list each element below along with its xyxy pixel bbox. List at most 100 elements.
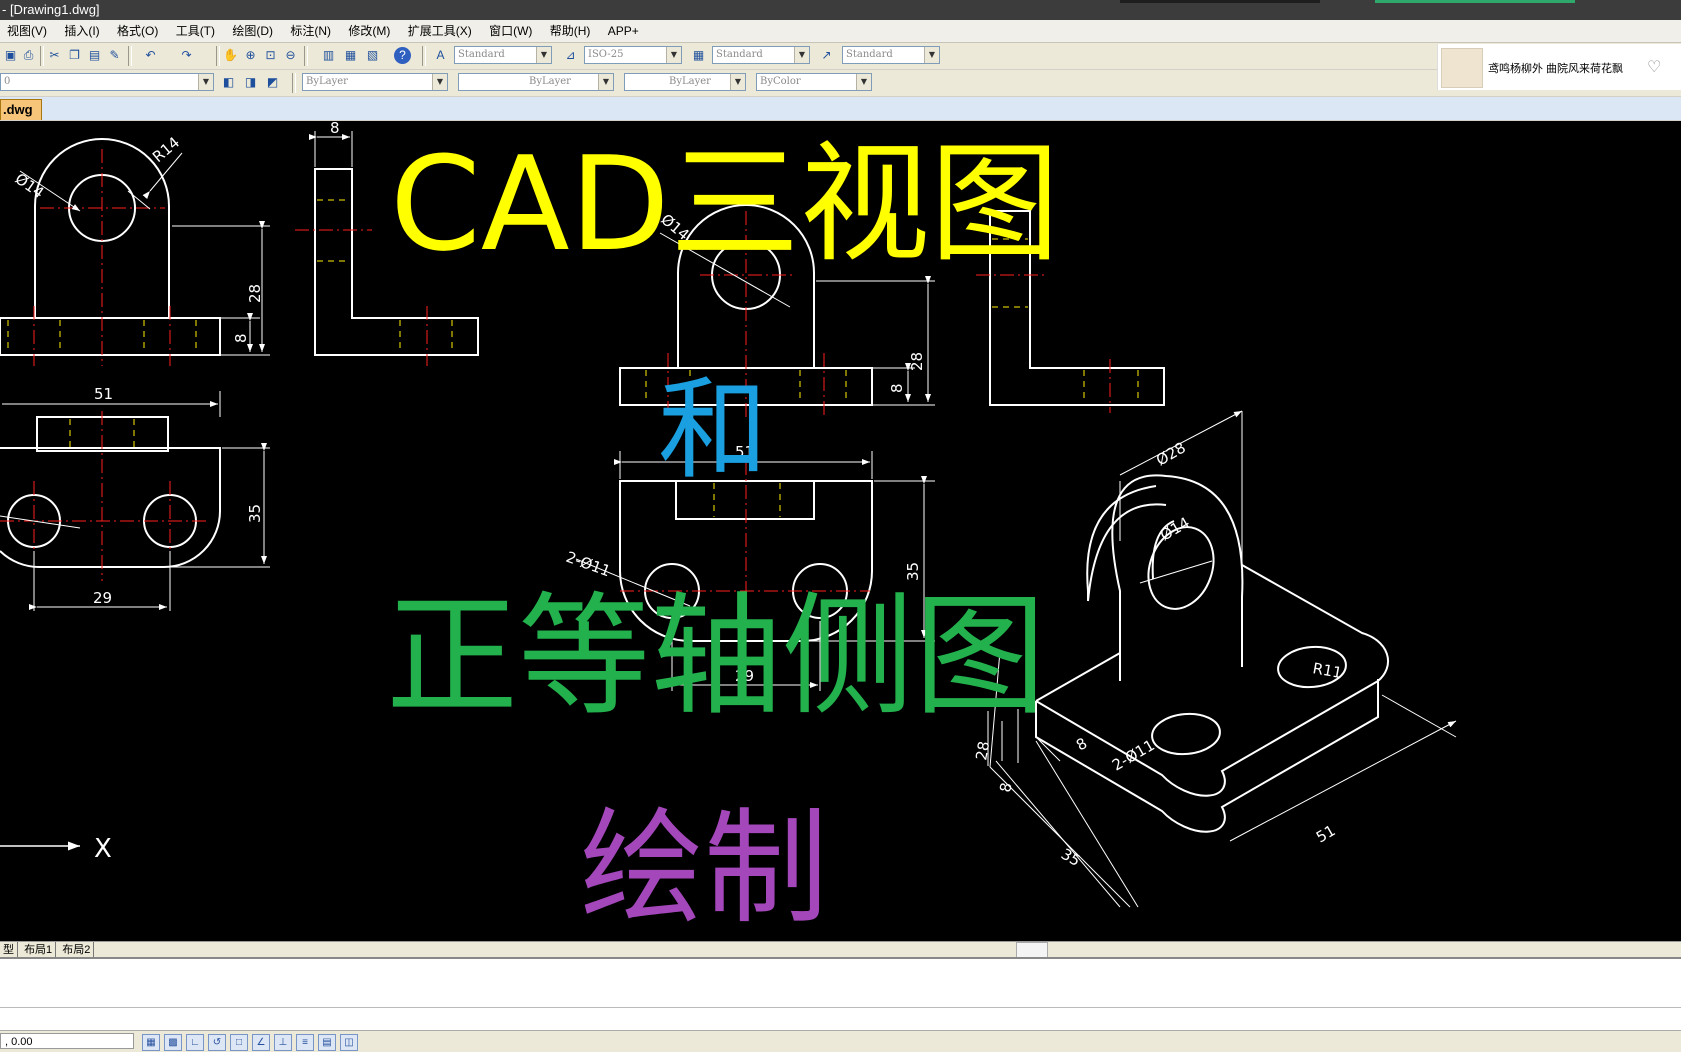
zoom-realtime-icon[interactable]: ⊕: [242, 47, 259, 64]
match-properties-icon[interactable]: ✎: [106, 47, 123, 64]
isometric-view: [987, 410, 1457, 908]
properties-icon[interactable]: ▥: [320, 47, 337, 64]
toolbar-separator: [128, 46, 132, 66]
menu-window[interactable]: 窗口(W): [482, 20, 539, 42]
table-style-icon[interactable]: ▦: [690, 47, 707, 64]
linetype-value: ByLayer: [529, 76, 571, 87]
tab-layout2[interactable]: 布局2: [59, 942, 95, 958]
tab-model[interactable]: 型: [0, 942, 18, 958]
chevron-down-icon: ▼: [924, 47, 939, 63]
menu-bar: 视图(V) 插入(I) 格式(O) 工具(T) 绘图(D) 标注(N) 修改(M…: [0, 20, 1681, 43]
menu-dimension[interactable]: 标注(N): [283, 20, 338, 42]
overlay-title-line4: 绘制: [580, 797, 829, 941]
otrack-icon[interactable]: ∠: [252, 1034, 270, 1051]
tab-layout1[interactable]: 布局1: [21, 942, 57, 958]
ortho-icon[interactable]: ∟: [186, 1034, 204, 1051]
text-style-icon[interactable]: A: [432, 47, 449, 64]
overlay-title-line2: 和: [658, 366, 768, 494]
multileader-style-select[interactable]: Standard ▼: [842, 46, 940, 64]
text-style-value: Standard: [458, 49, 505, 60]
layer-states-icon[interactable]: ◩: [264, 74, 281, 91]
coordinate-readout: , 0.00: [0, 1033, 134, 1049]
document-tab[interactable]: .dwg: [0, 99, 42, 120]
help-icon[interactable]: ?: [394, 47, 411, 64]
dim-iso-d28: Ø28: [1153, 438, 1189, 469]
multileader-style-value: Standard: [846, 49, 893, 60]
make-current-layer-icon[interactable]: ◧: [220, 74, 237, 91]
chevron-down-icon: ▼: [198, 74, 213, 90]
quick-properties-icon[interactable]: ◫: [340, 1034, 358, 1051]
menu-tools[interactable]: 工具(T): [169, 20, 222, 42]
color-select[interactable]: ByLayer ▼: [302, 73, 448, 91]
dim-iso-depth35: 35: [1058, 845, 1084, 870]
dim-center-depth35: 35: [904, 562, 922, 581]
multileader-style-icon[interactable]: ↗: [818, 47, 835, 64]
menu-modify[interactable]: 修改(M): [341, 20, 397, 42]
ad-text: 鸢鸣杨柳外 曲院风来荷花飘: [1488, 63, 1624, 75]
dim-style-value: ISO-25: [588, 49, 624, 60]
chevron-down-icon: ▼: [794, 47, 809, 63]
paste-icon[interactable]: ▤: [86, 47, 103, 64]
ad-thumbnail: [1441, 48, 1483, 88]
grid-icon[interactable]: ▩: [164, 1034, 182, 1051]
menu-view[interactable]: 视图(V): [0, 20, 54, 42]
print-icon[interactable]: ⎙: [20, 47, 37, 64]
pan-icon[interactable]: ✋: [222, 47, 239, 64]
title-accent-dark: [1120, 0, 1320, 3]
menu-insert[interactable]: 插入(I): [57, 20, 106, 42]
heart-icon[interactable]: ♡: [1647, 57, 1661, 77]
text-style-select[interactable]: Standard ▼: [454, 46, 552, 64]
ducs-icon[interactable]: ⊥: [274, 1034, 292, 1051]
menu-help[interactable]: 帮助(H): [543, 20, 598, 42]
table-style-value: Standard: [716, 49, 763, 60]
dim-style-icon[interactable]: ⊿: [562, 47, 579, 64]
dim-left-thickness: 8: [330, 121, 340, 137]
menu-extend-tools[interactable]: 扩展工具(X): [401, 20, 479, 42]
lineweight-select[interactable]: ByLayer ▼: [624, 73, 746, 91]
ad-panel[interactable]: 鸢鸣杨柳外 曲院风来荷花飘 ♡: [1437, 44, 1681, 90]
toolbar-separator: [216, 46, 220, 66]
standard-toolbar: ▣ ⎙ ✂ ❐ ▤ ✎ ↶ ↷ ✋ ⊕ ⊡ ⊖ ▥ ▦ ▧ ? A Standa…: [0, 43, 1681, 69]
cut-icon[interactable]: ✂: [46, 47, 63, 64]
overlay-title-line1: CAD三视图: [390, 128, 1060, 280]
command-line[interactable]: [0, 957, 1681, 1034]
dyn-icon[interactable]: ≡: [296, 1034, 314, 1051]
dim-left-height28: 28: [246, 284, 264, 303]
table-style-select[interactable]: Standard ▼: [712, 46, 810, 64]
undo-icon[interactable]: ↶: [142, 47, 159, 64]
dim-iso-d14: Ø14: [1157, 513, 1193, 544]
layer-select[interactable]: 0 ▼: [0, 73, 214, 91]
drawing-canvas[interactable]: 8 R14 Ø14 28 8 51 35 29 Ø14 28 8 51 35 2…: [0, 121, 1681, 941]
layer-previous-icon[interactable]: ◨: [242, 74, 259, 91]
redo-icon[interactable]: ↷: [178, 47, 195, 64]
osnap-icon[interactable]: □: [230, 1034, 248, 1051]
tool-palette-icon[interactable]: ▧: [364, 47, 381, 64]
color-value: ByLayer: [306, 76, 348, 87]
menu-draw[interactable]: 绘图(D): [225, 20, 280, 42]
plotstyle-select[interactable]: ByColor ▼: [756, 73, 872, 91]
toolbar-separator: [422, 46, 426, 66]
zoom-window-icon[interactable]: ⊡: [262, 47, 279, 64]
zoom-previous-icon[interactable]: ⊖: [282, 47, 299, 64]
dim-left-r14: R14: [149, 133, 183, 166]
toolbar-separator: [40, 46, 44, 66]
menu-format[interactable]: 格式(O): [110, 20, 165, 42]
left-top-view: [0, 391, 270, 611]
copy-icon[interactable]: ❐: [66, 47, 83, 64]
lineweight-icon[interactable]: ▤: [318, 1034, 336, 1051]
toolbar-separator: [304, 46, 308, 66]
menu-app[interactable]: APP+: [601, 20, 646, 42]
polar-icon[interactable]: ↺: [208, 1034, 226, 1051]
dim-style-select[interactable]: ISO-25 ▼: [584, 46, 682, 64]
command-divider: [0, 1007, 1681, 1008]
horizontal-scrollbar[interactable]: [1016, 942, 1048, 958]
design-center-icon[interactable]: ▦: [342, 47, 359, 64]
layer-value: 0: [4, 76, 11, 87]
overlay-title-line3: 正等轴侧图: [386, 580, 1046, 734]
lineweight-value: ByLayer: [669, 76, 711, 87]
linetype-select[interactable]: ByLayer ▼: [458, 73, 614, 91]
left-front-view: [0, 138, 270, 366]
preview-icon[interactable]: ▣: [2, 47, 19, 64]
snap-icon[interactable]: ▦: [142, 1034, 160, 1051]
dim-left-depth35: 35: [246, 504, 264, 523]
